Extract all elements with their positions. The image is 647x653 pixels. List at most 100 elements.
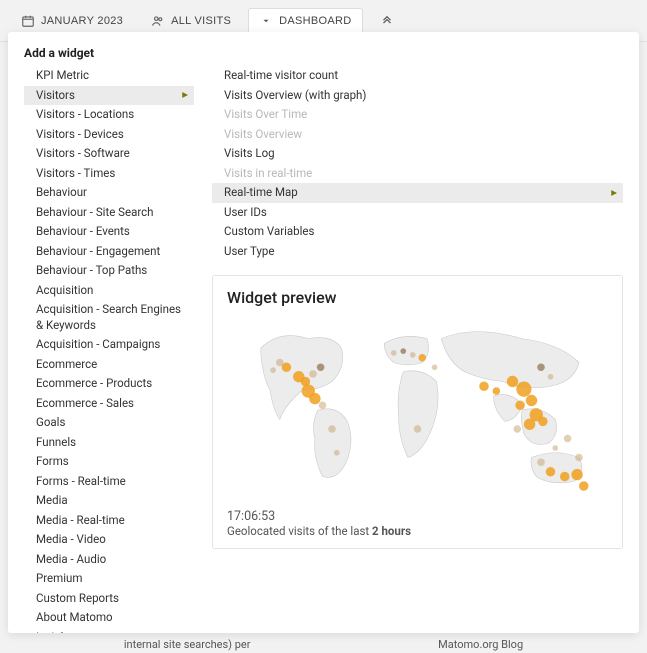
- subcategory-item[interactable]: User IDs: [212, 203, 623, 223]
- category-item[interactable]: Visitors - Software: [24, 144, 194, 164]
- dashboard-label: DASHBOARD: [279, 15, 351, 27]
- category-item[interactable]: Behaviour - Engagement: [24, 242, 194, 262]
- category-item[interactable]: KPI Metric: [24, 66, 194, 86]
- widget-preview-title: Widget preview: [227, 288, 608, 307]
- map-timestamp: 17:06:53: [227, 509, 608, 524]
- category-label: Media - Audio: [36, 552, 106, 566]
- category-item[interactable]: Acquisition: [24, 281, 194, 301]
- category-label: Visitors: [36, 88, 75, 102]
- chevron-right-icon: ▸: [611, 185, 617, 201]
- category-label: Insights: [36, 630, 77, 633]
- category-label: Visitors - Times: [36, 166, 115, 180]
- category-item[interactable]: Forms: [24, 452, 194, 472]
- subcategory-label: Visits Over Time: [224, 107, 307, 121]
- category-label: KPI Metric: [36, 68, 89, 82]
- category-item[interactable]: Visitors - Locations: [24, 105, 194, 125]
- category-item[interactable]: Premium: [24, 569, 194, 589]
- category-label: Premium: [36, 571, 82, 585]
- subcategory-label: Real-time visitor count: [224, 68, 338, 82]
- category-item[interactable]: Acquisition - Campaigns: [24, 335, 194, 355]
- category-label: Ecommerce - Sales: [36, 396, 134, 410]
- subcategory-label: Visits in real-time: [224, 166, 312, 180]
- category-item[interactable]: Visitors - Times: [24, 164, 194, 184]
- subcategory-item[interactable]: Real-time Map ▸: [212, 183, 623, 203]
- category-label: Media - Video: [36, 532, 106, 546]
- category-label: Goals: [36, 415, 65, 429]
- people-icon: [151, 14, 165, 28]
- collapse-button[interactable]: [369, 6, 405, 35]
- category-item[interactable]: Custom Reports: [24, 589, 194, 609]
- category-item[interactable]: Behaviour - Site Search: [24, 203, 194, 223]
- add-widget-heading: Add a widget: [24, 46, 623, 60]
- category-label: Behaviour: [36, 185, 87, 199]
- category-label: Acquisition - Campaigns: [36, 337, 160, 351]
- subcategory-item: Visits in real-time: [212, 164, 623, 184]
- category-item[interactable]: Ecommerce - Products: [24, 374, 194, 394]
- category-item[interactable]: Visitors - Devices: [24, 125, 194, 145]
- category-item[interactable]: Behaviour: [24, 183, 194, 203]
- subcategory-label: Visits Overview: [224, 127, 302, 141]
- subcategory-item[interactable]: Real-time visitor count: [212, 66, 623, 86]
- subcategory-label: Visits Overview (with graph): [224, 88, 366, 102]
- category-item[interactable]: Media - Video: [24, 530, 194, 550]
- category-label: Funnels: [36, 435, 76, 449]
- calendar-icon: [21, 14, 35, 28]
- subcategory-item: Visits Overview: [212, 125, 623, 145]
- subcategory-label: User IDs: [224, 205, 267, 219]
- segment-button[interactable]: ALL VISITS: [140, 8, 242, 34]
- category-item[interactable]: Media - Real-time: [24, 511, 194, 531]
- category-label: Custom Reports: [36, 591, 119, 605]
- date-range-button[interactable]: JANUARY 2023: [10, 8, 134, 34]
- widget-category-list: KPI MetricVisitors▸Visitors - LocationsV…: [24, 66, 194, 633]
- category-label: Ecommerce - Products: [36, 376, 152, 390]
- category-label: Behaviour - Site Search: [36, 205, 153, 219]
- date-range-label: JANUARY 2023: [41, 15, 123, 27]
- chevron-double-up-icon: [380, 12, 394, 29]
- category-label: Forms: [36, 454, 69, 468]
- category-label: Behaviour - Top Paths: [36, 263, 147, 277]
- category-label: Behaviour - Events: [36, 224, 130, 238]
- category-item[interactable]: Behaviour - Top Paths: [24, 261, 194, 281]
- category-label: Media: [36, 493, 68, 507]
- subcategory-item: Visits Over Time: [212, 105, 623, 125]
- category-item[interactable]: Funnels: [24, 433, 194, 453]
- category-item[interactable]: Ecommerce: [24, 355, 194, 375]
- segment-label: ALL VISITS: [171, 15, 231, 27]
- subcategory-label: User Type: [224, 244, 274, 258]
- dashboard-dropdown-panel: Add a widget KPI MetricVisitors▸Visitors…: [8, 32, 639, 633]
- caret-down-icon: [259, 14, 273, 28]
- category-label: Ecommerce: [36, 357, 97, 371]
- category-item[interactable]: Behaviour - Events: [24, 222, 194, 242]
- map-caption: Geolocated visits of the last 2 hours: [227, 524, 608, 538]
- category-item[interactable]: Goals: [24, 413, 194, 433]
- category-item[interactable]: Media: [24, 491, 194, 511]
- subcategory-label: Visits Log: [224, 146, 275, 160]
- category-label: Acquisition - Search Engines & Keywords: [36, 302, 181, 332]
- widget-preview-card: Widget preview: [212, 275, 623, 549]
- realtime-map[interactable]: [227, 315, 608, 505]
- category-label: Behaviour - Engagement: [36, 244, 160, 258]
- category-label: Visitors - Locations: [36, 107, 134, 121]
- category-item[interactable]: Media - Audio: [24, 550, 194, 570]
- category-item[interactable]: Ecommerce - Sales: [24, 394, 194, 414]
- subcategory-item[interactable]: Visits Log: [212, 144, 623, 164]
- category-item[interactable]: Insights: [24, 628, 194, 633]
- category-label: Visitors - Software: [36, 146, 130, 160]
- category-label: Forms - Real-time: [36, 474, 126, 488]
- dashboard-dropdown-button[interactable]: DASHBOARD: [248, 8, 362, 34]
- category-label: Visitors - Devices: [36, 127, 124, 141]
- category-item[interactable]: Forms - Real-time: [24, 472, 194, 492]
- category-item[interactable]: About Matomo: [24, 608, 194, 628]
- subcategory-item[interactable]: Custom Variables: [212, 222, 623, 242]
- chevron-right-icon: ▸: [182, 88, 188, 104]
- subcategory-item[interactable]: Visits Overview (with graph): [212, 86, 623, 106]
- category-label: About Matomo: [36, 610, 113, 624]
- subcategory-item[interactable]: User Type: [212, 242, 623, 262]
- subcategory-label: Real-time Map: [224, 185, 298, 199]
- subcategory-label: Custom Variables: [224, 224, 314, 238]
- category-item[interactable]: Visitors ▸: [24, 86, 194, 106]
- category-label: Acquisition: [36, 283, 93, 297]
- background-content: internal site searches) per Matomo.org B…: [0, 638, 647, 651]
- widget-subcategory-list: Real-time visitor count Visits Overview (…: [212, 66, 623, 261]
- category-item[interactable]: Acquisition - Search Engines & Keywords: [24, 300, 194, 335]
